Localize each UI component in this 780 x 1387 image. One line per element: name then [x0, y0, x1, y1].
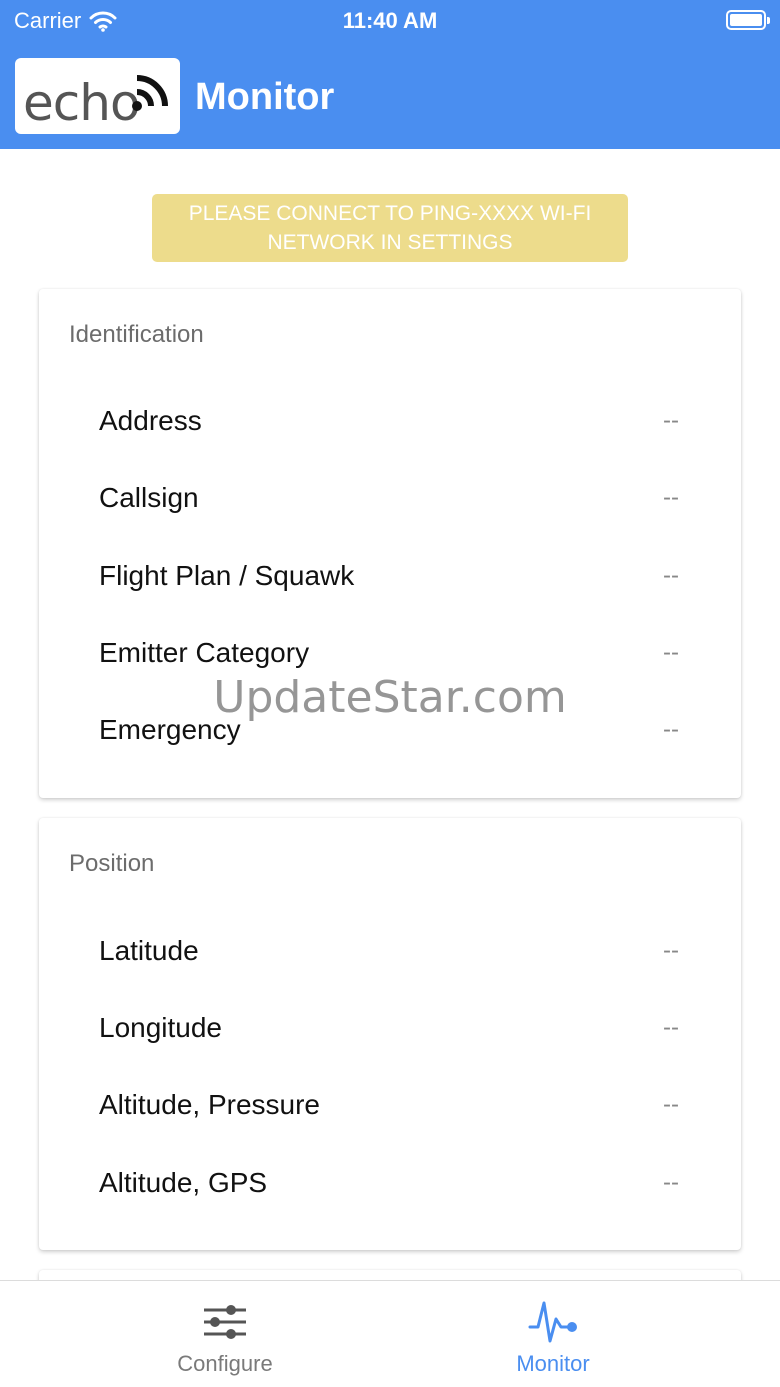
row-value: --	[663, 562, 679, 589]
row-label: Flight Plan / Squawk	[99, 560, 355, 591]
row-value: --	[663, 1169, 679, 1196]
banner-line-2: NETWORK IN SETTINGS	[267, 231, 513, 254]
data-row-altitude-gps: Altitude, GPS --	[99, 1163, 679, 1203]
status-bar: Carrier 11:40 AM	[0, 0, 780, 40]
row-label: Latitude	[99, 935, 199, 966]
row-label: Emergency	[99, 714, 241, 745]
data-row-latitude: Latitude --	[99, 931, 679, 971]
tab-label: Monitor	[516, 1351, 590, 1376]
row-label: Altitude, GPS	[99, 1167, 268, 1198]
data-row-longitude: Longitude --	[99, 1008, 679, 1048]
position-card: Position Latitude -- Longitude -- Altitu…	[39, 818, 741, 1250]
signal-waves-icon	[132, 75, 168, 111]
battery-icon	[726, 10, 770, 30]
data-row-emergency: Emergency --	[99, 710, 679, 750]
row-label: Longitude	[99, 1012, 223, 1043]
data-row-address: Address --	[99, 401, 679, 441]
row-value: --	[663, 484, 679, 511]
row-value: --	[663, 1014, 679, 1041]
row-value: --	[663, 716, 679, 743]
data-row-altitude-pressure: Altitude, Pressure --	[99, 1085, 679, 1125]
row-label: Emitter Category	[99, 637, 310, 668]
clock: 11:40 AM	[342, 8, 438, 33]
data-row-callsign: Callsign --	[99, 478, 679, 518]
echo-logo: echo	[15, 58, 180, 134]
tab-bar: Configure Monitor	[0, 1280, 780, 1387]
data-row-emitter-category: Emitter Category --	[99, 633, 679, 673]
tab-monitor[interactable]: Monitor	[358, 1281, 748, 1387]
connection-warning-banner[interactable]: PLEASE CONNECT TO PING-XXXX WI-FI NETWOR…	[152, 194, 628, 262]
row-value: --	[663, 937, 679, 964]
data-row-flight-plan-squawk: Flight Plan / Squawk --	[99, 556, 679, 596]
pulse-icon	[528, 1301, 577, 1343]
navigation-bar: echo Monitor	[0, 40, 780, 149]
banner-line-1: PLEASE CONNECT TO PING-XXXX WI-FI	[188, 202, 592, 225]
card-title: Position	[69, 850, 155, 877]
row-label: Callsign	[99, 482, 199, 513]
row-value: --	[663, 1091, 679, 1118]
row-value: --	[663, 407, 679, 434]
identification-card: Identification Address -- Callsign -- Fl…	[39, 289, 741, 798]
card-title: Identification	[69, 321, 204, 348]
row-value: --	[663, 639, 679, 666]
row-label: Address	[99, 405, 202, 436]
row-label: Altitude, Pressure	[99, 1089, 320, 1120]
sliders-icon	[204, 1305, 246, 1339]
page-title: Monitor	[195, 76, 335, 118]
